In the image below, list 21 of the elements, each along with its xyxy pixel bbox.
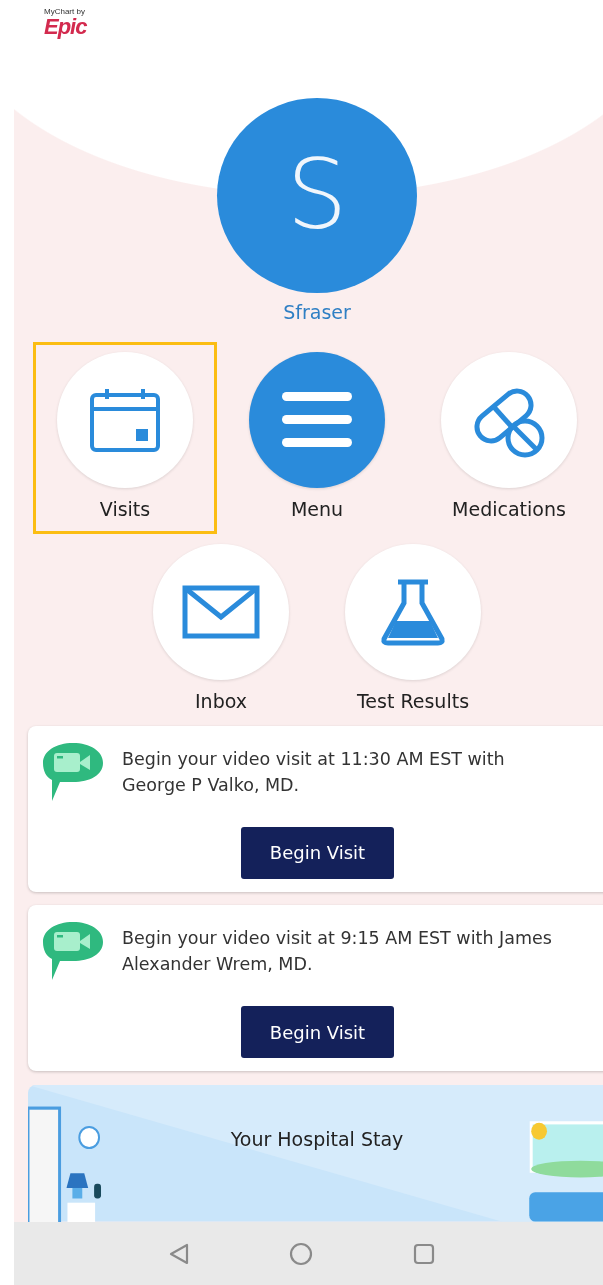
menu-icon bbox=[282, 391, 352, 448]
shortcut-button[interactable]: Medications bbox=[417, 341, 601, 534]
back-icon[interactable] bbox=[168, 1242, 189, 1265]
home-icon[interactable] bbox=[288, 1241, 313, 1266]
shortcut-button[interactable]: Menu bbox=[225, 341, 409, 534]
visit-message: Begin your video visit at 11:30 AM EST with George P Valko, MD. bbox=[122, 747, 506, 797]
shortcut-button[interactable]: Test Results bbox=[321, 533, 505, 726]
logo-wordmark: Epic bbox=[44, 16, 87, 38]
begin-visit-button[interactable]: Begin Visit bbox=[241, 826, 394, 879]
calendar-icon bbox=[89, 386, 161, 453]
user-name: Sfraser bbox=[283, 300, 351, 325]
video-chat-icon bbox=[42, 740, 104, 803]
envelope-icon bbox=[182, 584, 260, 639]
shortcut-button[interactable]: Visits bbox=[33, 341, 217, 534]
shortcut-button[interactable]: Inbox bbox=[129, 533, 313, 726]
banner-title: Your Hospital Stay bbox=[230, 1127, 404, 1150]
visit-message: Begin your video visit at 9:15 AM EST with James Alexander Wrem, MD. bbox=[122, 927, 553, 977]
begin-visit-button[interactable]: Begin Visit bbox=[241, 1006, 394, 1059]
logo-tagline: MyChart by bbox=[44, 7, 86, 16]
hospital-stay-banner[interactable]: Your Hospital Stay bbox=[28, 1085, 603, 1222]
recent-apps-icon[interactable] bbox=[412, 1242, 435, 1265]
